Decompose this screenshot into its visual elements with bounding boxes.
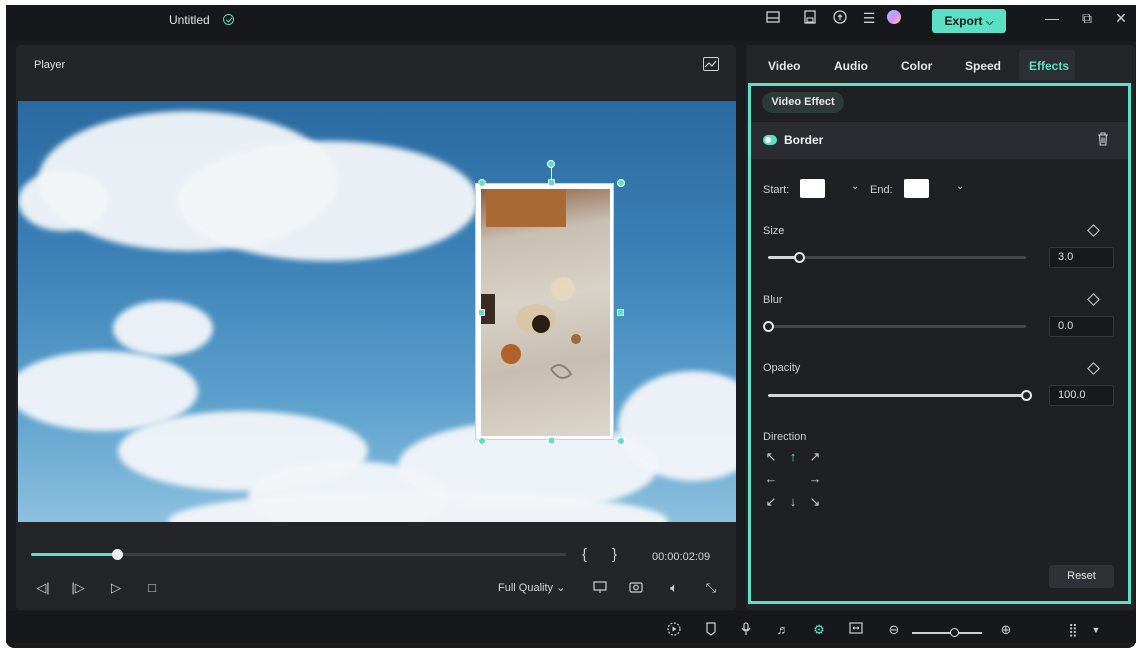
size-value[interactable]: 3.0 (1049, 247, 1114, 268)
maximize-icon[interactable]: ⧉ (1078, 10, 1096, 26)
timeline-zoom-knob[interactable] (950, 628, 959, 637)
avatar-icon[interactable] (885, 9, 903, 27)
menu-icon[interactable]: ☰ (860, 9, 878, 27)
volume-icon[interactable]: 🔈︎ (666, 580, 682, 596)
resize-handle-top-left[interactable] (478, 179, 486, 187)
end-color-label: End: (870, 184, 893, 196)
rotate-handle[interactable] (547, 160, 555, 168)
end-color-swatch[interactable] (904, 179, 929, 198)
close-icon[interactable]: ✕ (1112, 10, 1130, 26)
snapshot-compare-icon[interactable] (703, 57, 719, 71)
play-icon[interactable]: ▷ (108, 580, 124, 596)
export-label: Export (944, 14, 983, 28)
quality-label: Full Quality (498, 582, 554, 594)
opacity-label: Opacity (763, 362, 801, 374)
resize-handle-left[interactable] (478, 309, 485, 316)
opacity-slider-knob[interactable] (1021, 390, 1032, 401)
minimize-icon[interactable]: — (1043, 10, 1061, 26)
direction-up-left-icon[interactable]: ↖ (762, 448, 780, 466)
blur-slider-track[interactable] (768, 325, 1026, 328)
mark-in-button[interactable]: { (582, 546, 587, 563)
stop-icon[interactable]: □ (144, 580, 160, 596)
microphone-icon[interactable] (738, 622, 754, 638)
effect-toggle[interactable] (763, 135, 777, 145)
quality-caret-icon: ⌄ (556, 582, 566, 594)
blur-value[interactable]: 0.0 (1049, 316, 1114, 337)
next-frame-icon[interactable]: |▷ (70, 580, 86, 596)
resize-handle-right[interactable] (617, 309, 624, 316)
ai-split-icon[interactable]: ⚙ (811, 622, 827, 638)
effect-name: Border (784, 133, 824, 147)
playhead-knob[interactable] (111, 549, 123, 560)
direction-label: Direction (763, 431, 807, 443)
cloud (113, 301, 213, 356)
direction-right-icon[interactable]: → (806, 470, 824, 488)
size-slider-track[interactable] (768, 256, 1026, 259)
blur-label: Blur (763, 294, 783, 306)
marker-icon[interactable] (703, 622, 719, 638)
direction-up-icon[interactable]: ↑ (784, 448, 802, 466)
start-color-swatch[interactable] (800, 179, 825, 198)
start-color-caret-icon[interactable]: ⌄ (851, 181, 859, 192)
grid-menu-icon[interactable]: ⣿ (1065, 622, 1081, 638)
zoom-in-icon[interactable]: ⊕ (998, 622, 1014, 638)
end-color-caret-icon[interactable]: ⌄ (956, 181, 964, 192)
resize-handle-bottom-left[interactable] (478, 437, 486, 445)
direction-up-right-icon[interactable]: ↗ (806, 448, 824, 466)
quality-dropdown[interactable]: Full Quality ⌄ (498, 578, 578, 598)
resize-handle-top-right[interactable] (617, 179, 625, 187)
resize-handle-bottom[interactable] (548, 437, 555, 444)
trash-icon[interactable] (1097, 132, 1109, 146)
size-slider-knob[interactable] (793, 252, 805, 263)
opacity-value[interactable]: 100.0 (1049, 385, 1114, 406)
tab-video[interactable]: Video (768, 59, 800, 73)
timeline-toolbar (6, 611, 1136, 643)
tab-effects[interactable]: Effects (1029, 59, 1069, 73)
cloud (178, 141, 478, 261)
playback-progress (31, 553, 117, 556)
zoom-out-icon[interactable]: ⊖ (886, 622, 902, 638)
snapshot-icon[interactable] (628, 580, 644, 596)
audio-track-icon[interactable]: ♬ (775, 622, 791, 638)
opacity-slider-fill (768, 394, 1026, 397)
render-preview-icon[interactable] (666, 622, 682, 638)
direction-down-left-icon[interactable]: ↙ (762, 493, 780, 511)
resize-handle-bottom-right[interactable] (617, 437, 625, 445)
layout-icon[interactable] (764, 9, 782, 27)
tab-audio[interactable]: Audio (834, 59, 868, 73)
display-settings-icon[interactable] (592, 580, 608, 596)
direction-down-icon[interactable]: ↓ (784, 493, 802, 511)
start-color-label: Start: (763, 184, 790, 196)
reset-button[interactable]: Reset (1049, 565, 1114, 588)
player-label: Player (34, 59, 66, 71)
fit-icon[interactable] (848, 622, 864, 638)
tab-speed[interactable]: Speed (965, 59, 1001, 73)
resize-handle-top[interactable] (548, 179, 555, 186)
export-caret-icon: ⌵ (985, 17, 994, 28)
export-button[interactable]: Export ⌵ (932, 9, 1006, 33)
size-label: Size (763, 225, 785, 237)
preview-canvas[interactable] (18, 101, 736, 522)
tab-color[interactable]: Color (901, 59, 932, 73)
timeline-zoom-track[interactable] (912, 632, 982, 634)
clip-thumbnail (481, 189, 610, 436)
selected-clip[interactable] (475, 183, 614, 440)
timecode: 00:00:02:09 (652, 551, 711, 563)
cloud-upload-icon[interactable] (831, 9, 849, 27)
fullscreen-icon[interactable]: ⤡ (703, 580, 719, 596)
saved-check-icon (223, 14, 234, 25)
previous-frame-icon[interactable]: ◁| (35, 580, 51, 596)
direction-left-icon[interactable]: ← (762, 470, 780, 488)
effect-settings-highlight (748, 83, 1131, 604)
blur-slider-knob[interactable] (763, 321, 774, 332)
mark-out-button[interactable]: } (612, 546, 617, 563)
cloud (18, 171, 108, 231)
save-icon[interactable] (801, 9, 819, 27)
grid-menu-caret-icon[interactable]: ▼ (1088, 622, 1104, 638)
project-title: Untitled (169, 13, 210, 27)
direction-down-right-icon[interactable]: ↘ (806, 493, 824, 511)
video-effect-chip[interactable]: Video Effect (762, 92, 844, 113)
